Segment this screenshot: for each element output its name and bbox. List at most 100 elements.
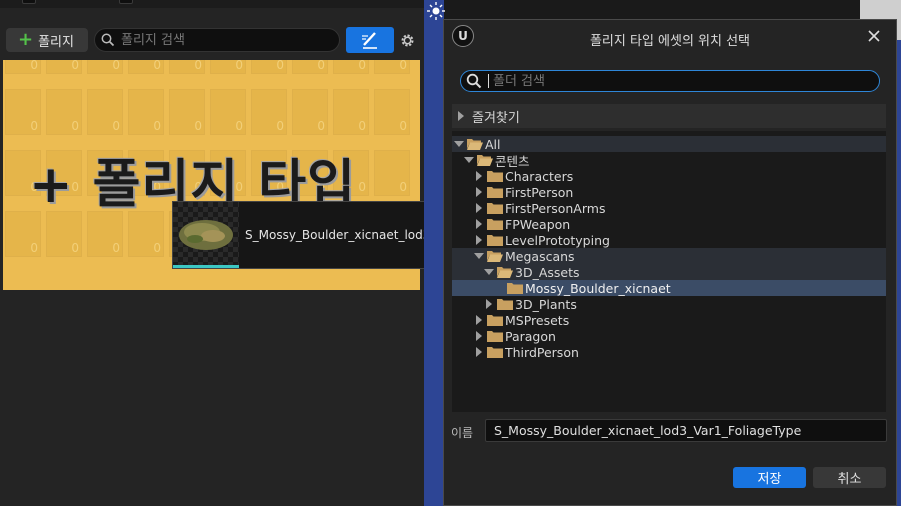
tile-count: 0	[235, 60, 243, 72]
search-icon	[466, 73, 482, 89]
tile-count: 0	[358, 60, 366, 72]
foliage-tile[interactable]: 0	[374, 89, 410, 135]
folder-tree-row[interactable]: Mossy_Boulder_xicnaet	[452, 280, 886, 296]
tile-count: 0	[276, 60, 284, 72]
expand-arrow-icon[interactable]	[474, 347, 484, 357]
collapse-arrow-icon[interactable]	[474, 253, 484, 259]
foliage-tile[interactable]: 0	[374, 60, 410, 74]
foliage-search-box[interactable]	[94, 28, 340, 52]
folder-tree-row[interactable]: Characters	[452, 168, 886, 184]
tile-count: 0	[317, 60, 325, 72]
choose-location-dialog: U 폴리지 타입 에셋의 위치 선택 즐겨찾기 All콘텐츠Characters…	[443, 19, 897, 506]
dialog-title-bar: U 폴리지 타입 에셋의 위치 선택	[444, 20, 896, 56]
folder-search-box[interactable]	[460, 70, 880, 92]
folder-tree-row[interactable]: LevelPrototyping	[452, 232, 886, 248]
tile-count: 0	[153, 60, 161, 72]
tile-count: 0	[153, 241, 161, 255]
folder-tree-row[interactable]: FirstPersonArms	[452, 200, 886, 216]
folder-label: FPWeapon	[505, 216, 571, 232]
folder-tree-row[interactable]: FirstPerson	[452, 184, 886, 200]
expand-arrow-icon	[458, 111, 464, 121]
folder-tree-row[interactable]: FPWeapon	[452, 216, 886, 232]
foliage-tile[interactable]: 0	[128, 211, 164, 257]
folder-icon	[487, 331, 503, 342]
folder-label: FirstPersonArms	[505, 200, 606, 216]
favorites-section[interactable]: 즐겨찾기	[452, 104, 886, 128]
folder-tree-row[interactable]: 3D_Plants	[452, 296, 886, 312]
expand-arrow-icon[interactable]	[474, 219, 484, 229]
foliage-tile[interactable]: 0	[87, 211, 123, 257]
folder-search-input[interactable]	[493, 73, 873, 89]
foliage-tile[interactable]: 0	[46, 211, 82, 257]
paint-mode-button[interactable]	[346, 27, 394, 53]
folder-tree-row[interactable]: Paragon	[452, 328, 886, 344]
save-button[interactable]: 저장	[733, 467, 806, 488]
collapse-arrow-icon[interactable]	[454, 141, 464, 147]
checkbox[interactable]	[22, 0, 36, 4]
folder-label: Characters	[505, 168, 574, 184]
folder-icon	[497, 299, 513, 310]
foliage-tile[interactable]: 0	[46, 89, 82, 135]
plus-icon: +	[18, 29, 34, 50]
expand-arrow-icon[interactable]	[474, 187, 484, 197]
foliage-tile[interactable]: 0	[333, 89, 369, 135]
foliage-tile[interactable]: 0	[251, 60, 287, 74]
tile-count: 0	[399, 119, 407, 133]
foliage-search-input[interactable]	[121, 32, 321, 48]
foliage-tile[interactable]: 0	[251, 89, 287, 135]
foliage-tile[interactable]: 0	[169, 60, 205, 74]
thumbnail-status-bar	[173, 265, 239, 268]
foliage-tile[interactable]: 0	[292, 60, 328, 74]
close-icon[interactable]	[866, 28, 882, 44]
tile-count: 0	[71, 241, 79, 255]
tile-count: 0	[358, 180, 366, 194]
add-foliage-button[interactable]: + 폴리지	[6, 28, 88, 52]
foliage-tile[interactable]: 0	[374, 150, 410, 196]
dialog-title: 폴리지 타입 에셋의 위치 선택	[589, 34, 751, 49]
foliage-tile[interactable]: 0	[210, 60, 246, 74]
foliage-tile[interactable]: 0	[128, 60, 164, 74]
viewport-strip	[424, 0, 444, 506]
foliage-tile[interactable]: 0	[169, 89, 205, 135]
tile-count: 0	[276, 119, 284, 133]
name-label: 이름	[451, 426, 474, 440]
tile-count: 0	[30, 119, 38, 133]
collapse-arrow-icon[interactable]	[484, 269, 494, 275]
folder-icon	[507, 283, 523, 294]
collapse-arrow-icon[interactable]	[464, 157, 474, 163]
search-icon	[101, 33, 115, 47]
folder-label: 콘텐츠	[495, 153, 530, 169]
expand-arrow-icon[interactable]	[474, 235, 484, 245]
folder-tree-row[interactable]: 3D_Assets	[452, 264, 886, 280]
expand-arrow-icon[interactable]	[484, 299, 494, 309]
expand-arrow-icon[interactable]	[474, 203, 484, 213]
foliage-tile[interactable]: 0	[128, 89, 164, 135]
folder-label: Megascans	[505, 248, 575, 264]
folder-tree-row[interactable]: ThirdPerson	[452, 344, 886, 360]
foliage-tile[interactable]: 0	[5, 60, 41, 74]
folder-tree-row[interactable]: 콘텐츠	[452, 152, 886, 169]
expand-arrow-icon[interactable]	[474, 315, 484, 325]
foliage-tile[interactable]: 0	[46, 60, 82, 74]
expand-arrow-icon[interactable]	[474, 331, 484, 341]
tile-count: 0	[399, 60, 407, 72]
folder-tree-row[interactable]: Megascans	[452, 248, 886, 264]
foliage-tile[interactable]: 0	[5, 89, 41, 135]
text-caret	[488, 74, 489, 88]
checkbox[interactable]	[119, 0, 133, 4]
tile-count: 0	[71, 60, 79, 72]
expand-arrow-icon[interactable]	[474, 171, 484, 181]
foliage-tile[interactable]: 0	[333, 60, 369, 74]
foliage-tile[interactable]: 0	[210, 89, 246, 135]
foliage-tile[interactable]: 0	[87, 89, 123, 135]
cancel-button[interactable]: 취소	[813, 467, 886, 488]
foliage-panel: + 폴리지 0 0 0 0 0 0 0 0 0 0 0 0 0 0 0 0 0 0 0 0 0	[0, 0, 464, 506]
foliage-tile[interactable]: 0	[87, 60, 123, 74]
folder-tree-row[interactable]: MSPresets	[452, 312, 886, 328]
asset-name-field[interactable]: S_Mossy_Boulder_xicnaet_lod3_Var1_Foliag…	[485, 419, 887, 442]
folder-open-icon	[487, 251, 503, 262]
settings-button[interactable]	[397, 29, 417, 51]
foliage-tile[interactable]: 0	[292, 89, 328, 135]
foliage-tile[interactable]: 0	[5, 211, 41, 257]
tile-count: 0	[194, 60, 202, 72]
